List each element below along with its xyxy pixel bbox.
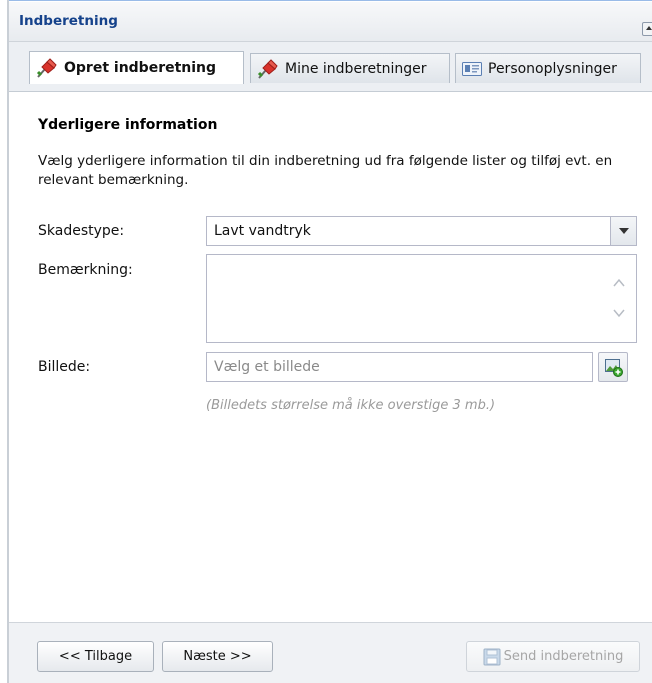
send-report-button[interactable]: Send indberetning bbox=[466, 641, 640, 672]
pushpin-icon bbox=[257, 58, 279, 79]
tab-strip: Opret indberetning Mine indberetninger P… bbox=[9, 42, 652, 92]
scroll-up-icon[interactable] bbox=[612, 275, 626, 289]
pushpin-icon bbox=[36, 58, 58, 78]
section-title: Yderligere information bbox=[38, 117, 218, 133]
image-size-hint: (Billedets størrelse må ikke overstige 3… bbox=[206, 398, 496, 413]
tab-label: Personoplysninger bbox=[488, 60, 617, 77]
damage-type-select[interactable]: Lavt vandtryk bbox=[206, 216, 637, 246]
next-button[interactable]: Næste >> bbox=[162, 641, 273, 672]
form-description: Vælg yderligere information til din indb… bbox=[38, 153, 613, 188]
image-placeholder: Vælg et billede bbox=[214, 359, 320, 375]
send-report-label: Send indberetning bbox=[503, 649, 624, 664]
add-image-icon bbox=[605, 359, 623, 381]
panel-header: Indberetning bbox=[9, 2, 652, 42]
panel-title: Indberetning bbox=[19, 13, 118, 29]
back-button[interactable]: << Tilbage bbox=[37, 641, 154, 672]
image-label: Billede: bbox=[38, 359, 91, 375]
add-image-button[interactable] bbox=[598, 352, 628, 382]
tab-create-report[interactable]: Opret indberetning bbox=[29, 51, 244, 84]
scroll-down-icon[interactable] bbox=[612, 305, 626, 319]
damage-type-label: Skadestype: bbox=[38, 223, 125, 239]
chevron-down-icon[interactable] bbox=[610, 217, 636, 245]
tab-personal-info[interactable]: Personoplysninger bbox=[455, 53, 641, 83]
id-card-icon bbox=[462, 61, 482, 76]
save-disk-icon bbox=[483, 648, 501, 666]
tab-label: Mine indberetninger bbox=[285, 60, 427, 77]
tab-my-reports[interactable]: Mine indberetninger bbox=[250, 53, 450, 83]
damage-type-value: Lavt vandtryk bbox=[214, 223, 311, 239]
collapse-button[interactable] bbox=[642, 22, 652, 36]
remark-textarea[interactable] bbox=[206, 254, 637, 343]
remark-label: Bemærkning: bbox=[38, 262, 133, 278]
tab-label: Opret indberetning bbox=[64, 60, 217, 76]
image-file-input[interactable]: Vælg et billede bbox=[206, 352, 593, 382]
panel-footer: << Tilbage Næste >> Send indberetning bbox=[9, 622, 652, 683]
